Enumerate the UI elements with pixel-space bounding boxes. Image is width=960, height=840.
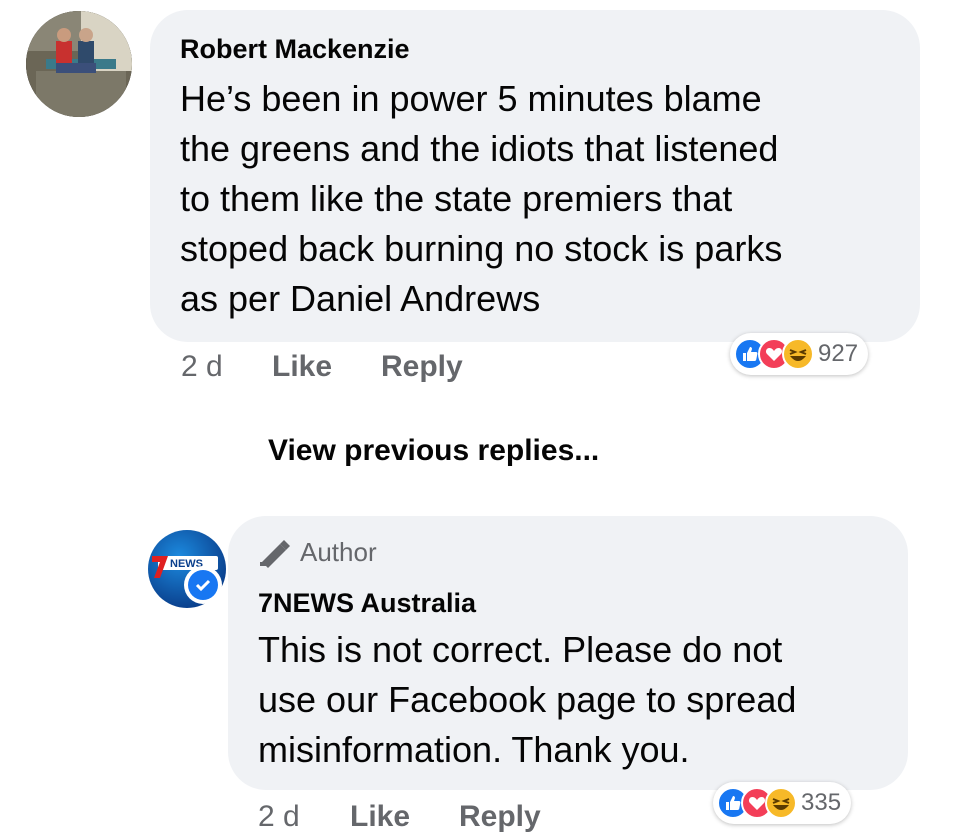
megaphone-icon — [260, 539, 290, 568]
comment-author-name[interactable]: Robert Mackenzie — [180, 34, 410, 65]
avatar-photo — [26, 11, 132, 117]
comment-text-line: to them like the state premiers that — [180, 178, 733, 219]
comment-like-button[interactable]: Like — [272, 350, 332, 384]
comment-reaction-count: 927 — [818, 340, 859, 367]
reply-author-name[interactable]: 7NEWS Australia — [258, 588, 476, 619]
comment-timestamp[interactable]: 2 d — [181, 350, 223, 384]
reply-text-line: use our Facebook page to spread — [258, 679, 797, 720]
reply-like-button[interactable]: Like — [350, 800, 410, 834]
comment-text-line: stoped back burning no stock is parks — [180, 228, 783, 269]
reply-reaction-count: 335 — [801, 789, 842, 816]
reply-text: This is not correct. Please do not use o… — [258, 625, 796, 775]
author-badge: Author — [258, 537, 377, 568]
verified-badge — [184, 566, 222, 604]
comment-text-line: as per Daniel Andrews — [180, 278, 541, 319]
comment-bubble: Robert Mackenzie He’s been in power 5 mi… — [150, 10, 920, 342]
comment-reactions[interactable]: 927 — [730, 333, 869, 375]
comment-text: He’s been in power 5 minutes blame the g… — [180, 74, 782, 324]
reply-text-line: This is not correct. Please do not — [258, 629, 783, 670]
comment-reply-button[interactable]: Reply — [381, 350, 463, 384]
verified-check-icon — [188, 570, 218, 600]
reply-reactions[interactable]: 335 — [713, 782, 852, 824]
reply-text-line: misinformation. Thank you. — [258, 729, 690, 770]
reply-timestamp[interactable]: 2 d — [258, 800, 300, 834]
view-previous-replies-link[interactable]: View previous replies... — [268, 434, 599, 468]
commenter-avatar[interactable] — [26, 11, 132, 117]
comment-text-line: the greens and the idiots that listened — [180, 128, 779, 169]
haha-icon — [765, 787, 797, 819]
haha-icon — [782, 338, 814, 370]
author-badge-label: Author — [300, 537, 377, 567]
reply-reply-button[interactable]: Reply — [459, 800, 541, 834]
comment-text-line: He’s been in power 5 minutes blame — [180, 78, 762, 119]
